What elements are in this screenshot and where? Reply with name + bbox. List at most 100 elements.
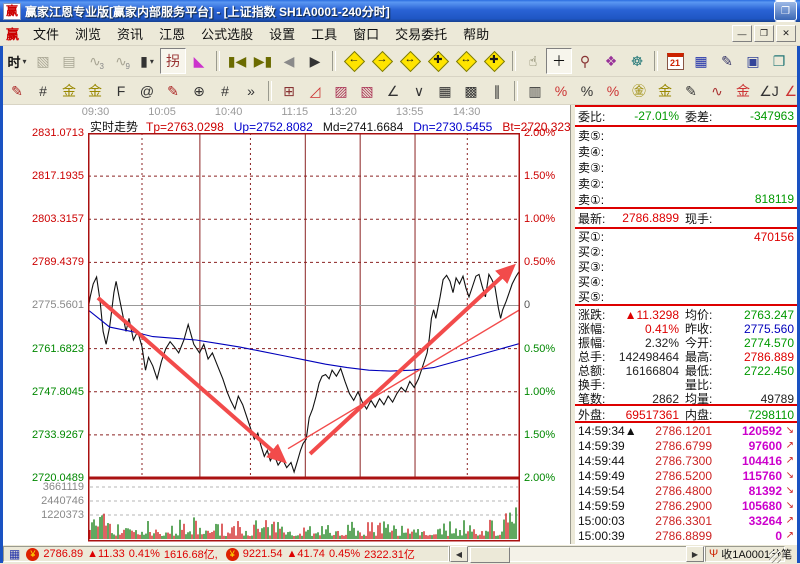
tick-row[interactable]: 14:59:542786.480081392↘ (575, 483, 797, 498)
hash-tool-icon[interactable]: # (212, 78, 238, 104)
notepad-icon[interactable]: ✎ (714, 48, 740, 74)
web-info-icon[interactable]: ☸ (624, 48, 650, 74)
intraday-chart-panel[interactable]: 09:3010:0510:4011:1513:2013:5514:30 实时走势… (3, 105, 570, 544)
gold-under-icon[interactable]: 金 (730, 78, 756, 104)
draw-pointer-icon[interactable]: ✎ (4, 78, 30, 104)
stat-row: 换手:量比: (575, 376, 797, 390)
expand-all-icon[interactable]: ✚ (424, 48, 452, 74)
candle-style-button[interactable]: ▮▾ (134, 48, 160, 74)
menu-设置[interactable]: 设置 (261, 25, 303, 44)
calendar-icon[interactable]: 21 (662, 48, 688, 74)
gann-gold-grid2-icon[interactable]: 金 (82, 78, 108, 104)
fan-shade-icon[interactable]: ▧ (354, 78, 380, 104)
magnifier-icon[interactable]: ⚲ (572, 48, 598, 74)
crosshair-icon[interactable]: ＋ (546, 48, 572, 74)
stat-row: 笔数:2862均量:49789 (575, 390, 797, 404)
index-summary-panel: ▦ ¥ 2786.89 ▲11.33 0.41% 1616.68亿, ¥ 922… (3, 546, 449, 562)
calculator-icon[interactable]: ▦ (688, 48, 714, 74)
grid-dense-icon[interactable]: ▩ (458, 78, 484, 104)
fibonacci-grid-icon[interactable]: F (108, 78, 134, 104)
sell-level-row: 卖②: (575, 175, 797, 191)
fan-box-icon[interactable]: ▨ (328, 78, 354, 104)
mdi-close-button[interactable]: ✕ (776, 25, 796, 42)
parallel-lines-icon[interactable]: ∥ (484, 78, 510, 104)
pan-hand-icon[interactable]: ☝ (520, 48, 546, 74)
color-chart-icon[interactable]: ◣ (186, 48, 212, 74)
menu-bar: 赢 文件浏览资讯江恩公式选股设置工具窗口交易委托帮助 —❐✕ (0, 22, 800, 46)
menu-窗口[interactable]: 窗口 (345, 25, 387, 44)
prev-page-icon[interactable]: ◀ (276, 48, 302, 74)
scroll-thumb[interactable] (470, 547, 510, 563)
menu-items: 文件浏览资讯江恩公式选股设置工具窗口交易委托帮助 (25, 24, 497, 44)
grid-box-icon[interactable]: ▦ (432, 78, 458, 104)
first-page-icon[interactable]: ▮◀ (224, 48, 250, 74)
sz-index-pct: 0.45% (329, 548, 360, 560)
bar-scale-icon[interactable]: ▥ (522, 78, 548, 104)
horizontal-scrollbar[interactable]: ◀ ▶ (449, 546, 705, 562)
more-tools-button[interactable]: » (238, 78, 264, 104)
menu-文件[interactable]: 文件 (25, 25, 67, 44)
scroll-track[interactable] (468, 547, 686, 561)
grid-tool-icon[interactable]: # (30, 78, 56, 104)
tick-row[interactable]: 14:59:34▲2786.1201120592↘ (575, 423, 797, 438)
scroll-right-icon[interactable]: → (368, 48, 396, 74)
v-check-icon[interactable]: ∨ (406, 78, 432, 104)
tick-row[interactable]: 14:59:592786.2900105680↘ (575, 498, 797, 513)
alerts-icon[interactable]: ❖ (598, 48, 624, 74)
gann-gold-grid-icon[interactable]: 金 (56, 78, 82, 104)
gold-line-icon[interactable]: 金 (652, 78, 678, 104)
menu-公式选股[interactable]: 公式选股 (193, 25, 261, 44)
angle-lines-icon[interactable]: ∠ (380, 78, 406, 104)
time-tick: 13:20 (329, 106, 357, 118)
draw-marker-icon[interactable]: ✎ (160, 78, 186, 104)
fan-lines-icon[interactable]: ◿ (302, 78, 328, 104)
time-tick: 10:05 (148, 106, 176, 118)
period-selector-button[interactable]: 时▾ (4, 48, 30, 74)
multi-window-icon[interactable]: ❐ (766, 48, 792, 74)
scroll-right-button[interactable]: ▶ (686, 546, 704, 562)
next-page-icon[interactable]: ▶ (302, 48, 328, 74)
mdi-minimize-button[interactable]: — (732, 25, 752, 42)
menu-浏览[interactable]: 浏览 (67, 25, 109, 44)
price-tick: 2761.6823 (32, 343, 84, 355)
volume-pane[interactable] (88, 478, 520, 542)
time-cycle-icon[interactable]: ⊕ (186, 78, 212, 104)
expand-horizontal-icon[interactable]: ↔ (396, 48, 424, 74)
j-angle-icon[interactable]: ∠J (756, 78, 782, 104)
compress-all-icon[interactable]: ✚ (480, 48, 508, 74)
wave-zero-icon[interactable]: ∿ (704, 78, 730, 104)
outer-inner-volume-row: 外盘:69517361内盘:7298110 (575, 406, 797, 423)
quote-grid-icon: ▦ (9, 547, 20, 561)
application-window: 赢 赢家江恩专业版[赢家内部服务平台] - [上证指数 SH1A0001-240… (0, 0, 800, 563)
save-icon[interactable]: ▣ (740, 48, 766, 74)
tick-row[interactable]: 15:00:392786.88990↗ (575, 528, 797, 543)
mdi-restore-button[interactable]: ❐ (754, 25, 774, 42)
percent-tick: 0.50% (524, 343, 555, 355)
menu-资讯[interactable]: 资讯 (109, 25, 151, 44)
menu-工具[interactable]: 工具 (303, 25, 345, 44)
tick-row[interactable]: 14:59:492786.5200115760↘ (575, 468, 797, 483)
spiral-tool-icon[interactable]: @ (134, 78, 160, 104)
stat-row: 总额:16166804最低:2722.450 (575, 362, 797, 376)
menu-帮助[interactable]: 帮助 (455, 25, 497, 44)
percent-icon[interactable]: % (574, 78, 600, 104)
scroll-left-icon[interactable]: ← (340, 48, 368, 74)
tick-row[interactable]: 15:00:032786.330133264↗ (575, 513, 797, 528)
sell-levels: 卖⑤:卖④:卖③:卖②:卖①:818119 (575, 127, 797, 209)
price-plot[interactable] (88, 133, 520, 478)
tick-row[interactable]: 14:59:392786.679997600↗ (575, 438, 797, 453)
gann-turn-icon[interactable]: 拐 (160, 48, 186, 74)
gold-circle-icon[interactable]: ㊎ (626, 78, 652, 104)
candle-draw-icon[interactable]: ✎ (678, 78, 704, 104)
menu-江恩[interactable]: 江恩 (151, 25, 193, 44)
menu-交易委托[interactable]: 交易委托 (387, 25, 455, 44)
scroll-left-button[interactable]: ◀ (450, 546, 468, 562)
tick-row[interactable]: 14:59:442786.7300104416↗ (575, 453, 797, 468)
restore-button[interactable]: ❐ (774, 1, 797, 21)
compress-horizontal-icon[interactable]: ↔ (452, 48, 480, 74)
percent-line-icon[interactable]: % (600, 78, 626, 104)
box-tool-icon[interactable]: ⊞ (276, 78, 302, 104)
slash-percent-icon[interactable]: % (548, 78, 574, 104)
resize-grip[interactable] (769, 551, 781, 563)
last-page-icon[interactable]: ▶▮ (250, 48, 276, 74)
